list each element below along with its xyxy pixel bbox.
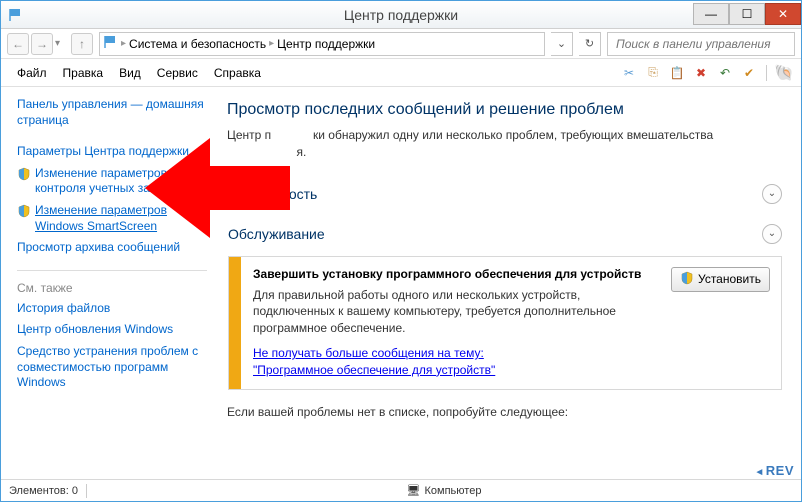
forward-button[interactable]: → xyxy=(31,33,53,55)
computer-icon: 🖥 xyxy=(407,484,421,497)
menu-bar: Файл Правка Вид Сервис Справка ✂ ⎘ 📋 ✖ ↶… xyxy=(1,59,801,87)
minimize-button[interactable]: — xyxy=(693,3,729,25)
menu-help[interactable]: Справка xyxy=(206,63,269,83)
shield-icon xyxy=(680,271,694,288)
shield-icon xyxy=(17,204,31,223)
up-button[interactable]: ↑ xyxy=(71,33,93,55)
close-button[interactable]: ✕ xyxy=(765,3,801,25)
globe-icon[interactable]: 🐚 xyxy=(775,64,793,82)
maximize-button[interactable]: ☐ xyxy=(729,3,765,25)
breadcrumb-item[interactable]: Центр поддержки xyxy=(277,37,375,51)
sidebar-smartscreen[interactable]: Изменение параметров Windows SmartScreen xyxy=(35,203,207,234)
sidebar-home[interactable]: Панель управления — домашняя страница xyxy=(17,97,207,128)
paste-icon[interactable]: 📋 xyxy=(668,64,686,82)
menu-file[interactable]: Файл xyxy=(9,63,55,83)
footer-text: Если вашей проблемы нет в списке, попроб… xyxy=(227,405,783,419)
search-input[interactable] xyxy=(614,36,788,52)
titlebar: Центр поддержки — ☐ ✕ xyxy=(1,1,801,29)
see-also-label: См. также xyxy=(17,281,207,295)
delete-icon[interactable]: ✖ xyxy=(692,64,710,82)
shield-icon xyxy=(17,167,31,186)
sidebar-winupdate[interactable]: Центр обновления Windows xyxy=(17,322,173,338)
install-button[interactable]: Установить xyxy=(671,267,770,292)
chevron-down-icon[interactable]: ⌄ xyxy=(762,224,782,244)
undo-icon[interactable]: ↶ xyxy=(716,64,734,82)
breadcrumb-dropdown[interactable]: ⌄ xyxy=(551,32,573,56)
menu-edit[interactable]: Правка xyxy=(55,63,112,83)
section-security[interactable]: Безопасность ⌄ xyxy=(228,178,782,210)
notice-box: Завершить установку программного обеспеч… xyxy=(228,256,782,390)
warning-stripe xyxy=(229,257,241,389)
sidebar-archive[interactable]: Просмотр архива сообщений xyxy=(17,240,180,256)
breadcrumb-item[interactable]: Система и безопасность xyxy=(129,37,266,51)
watermark: REV xyxy=(754,463,794,478)
sidebar: Панель управления — домашняя страница Па… xyxy=(1,87,215,479)
section-maintenance[interactable]: Обслуживание ⌄ xyxy=(228,218,782,250)
search-box[interactable] xyxy=(607,32,795,56)
notice-link[interactable]: Не получать больше сообщения на тему:"Пр… xyxy=(253,346,495,377)
sidebar-params[interactable]: Параметры Центра поддержки xyxy=(17,144,189,160)
flag-icon xyxy=(9,8,23,22)
address-bar: ← → ▾ ↑ ▸ Система и безопасность ▸ Центр… xyxy=(1,29,801,59)
sidebar-uac[interactable]: Изменение параметров контроля учетных за… xyxy=(35,166,207,197)
cut-icon[interactable]: ✂ xyxy=(620,64,638,82)
history-dropdown[interactable]: ▾ xyxy=(55,38,69,49)
flag-icon xyxy=(104,35,118,52)
refresh-button[interactable]: ↻ xyxy=(579,32,601,56)
chevron-down-icon[interactable]: ⌄ xyxy=(762,184,782,204)
status-computer: Компьютер xyxy=(425,485,482,497)
sidebar-compat[interactable]: Средство устранения проблем с совместимо… xyxy=(17,344,207,391)
menu-service[interactable]: Сервис xyxy=(149,63,206,83)
status-elements: Элементов: 0 xyxy=(9,485,78,497)
page-heading: Просмотр последних сообщений и решение п… xyxy=(227,101,783,119)
window-title: Центр поддержки xyxy=(344,7,458,23)
breadcrumb[interactable]: ▸ Система и безопасность ▸ Центр поддерж… xyxy=(99,32,545,56)
back-button[interactable]: ← xyxy=(7,33,29,55)
status-bar: Элементов: 0 🖥 Компьютер xyxy=(1,479,801,501)
ok-icon[interactable]: ✔ xyxy=(740,64,758,82)
notice-desc: Для правильной работы одного или несколь… xyxy=(253,287,649,337)
main-content: Просмотр последних сообщений и решение п… xyxy=(215,87,801,479)
intro-text: Центр поддержки обнаружил одну или неско… xyxy=(227,127,783,161)
sidebar-filehistory[interactable]: История файлов xyxy=(17,301,110,317)
menu-view[interactable]: Вид xyxy=(111,63,149,83)
notice-title: Завершить установку программного обеспеч… xyxy=(253,267,649,281)
copy-icon[interactable]: ⎘ xyxy=(644,64,662,82)
